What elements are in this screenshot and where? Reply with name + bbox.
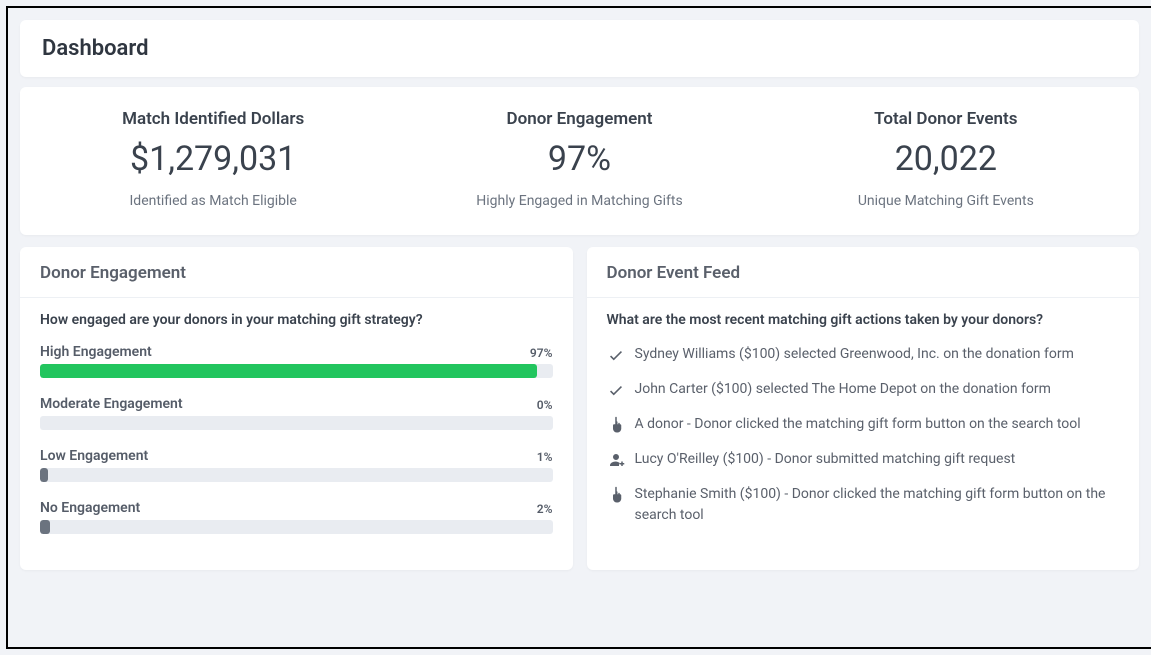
metric-sub: Highly Engaged in Matching Gifts	[396, 193, 762, 209]
feed-text: A donor - Donor clicked the matching gif…	[635, 414, 1120, 435]
metrics-panel: Match Identified Dollars $1,279,031 Iden…	[20, 87, 1139, 235]
card-body: What are the most recent matching gift a…	[587, 298, 1140, 558]
bar-track	[40, 520, 553, 534]
feed-item: A donor - Donor clicked the matching gif…	[607, 414, 1120, 435]
metric-sub: Identified as Match Eligible	[30, 193, 396, 209]
metric-title: Donor Engagement	[396, 109, 762, 129]
metric-total-events: Total Donor Events 20,022 Unique Matchin…	[763, 109, 1129, 209]
user-icon	[607, 451, 625, 469]
card-body: How engaged are your donors in your matc…	[20, 298, 573, 570]
bar-percent: 97%	[530, 346, 553, 360]
card-header: Donor Engagement	[20, 247, 573, 298]
feed-question: What are the most recent matching gift a…	[607, 312, 1120, 328]
feed-text: John Carter ($100) selected The Home Dep…	[635, 379, 1120, 400]
bar-track	[40, 364, 553, 378]
metric-donor-engagement: Donor Engagement 97% Highly Engaged in M…	[396, 109, 762, 209]
bar-label: Low Engagement	[40, 448, 148, 464]
bar-label: Moderate Engagement	[40, 396, 183, 412]
metric-sub: Unique Matching Gift Events	[763, 193, 1129, 209]
card-header: Donor Event Feed	[587, 247, 1140, 298]
metric-title: Total Donor Events	[763, 109, 1129, 129]
feed-text: Lucy O'Reilley ($100) - Donor submitted …	[635, 449, 1120, 470]
metric-match-dollars: Match Identified Dollars $1,279,031 Iden…	[30, 109, 396, 209]
bar-track	[40, 416, 553, 430]
metric-value: 20,022	[763, 139, 1129, 179]
bar-percent: 1%	[537, 450, 553, 464]
page-header: Dashboard	[20, 20, 1139, 77]
feed-text: Sydney Williams ($100) selected Greenwoo…	[635, 344, 1120, 365]
metric-title: Match Identified Dollars	[30, 109, 396, 129]
feed-item: Sydney Williams ($100) selected Greenwoo…	[607, 344, 1120, 365]
page-title: Dashboard	[42, 36, 1117, 61]
engagement-bars: High Engagement 97% Moderate Engagement 0% L…	[40, 344, 553, 534]
bar-fill	[40, 468, 48, 482]
bar-percent: 2%	[537, 502, 553, 516]
donor-event-feed-card: Donor Event Feed What are the most recen…	[587, 247, 1140, 570]
bar-percent: 0%	[537, 398, 553, 412]
bar-row: High Engagement 97%	[40, 344, 553, 378]
bar-fill	[40, 364, 537, 378]
bar-label: No Engagement	[40, 500, 140, 516]
bar-fill	[40, 520, 50, 534]
feed-text: Stephanie Smith ($100) - Donor clicked t…	[635, 484, 1120, 526]
bar-track	[40, 468, 553, 482]
bar-row: Moderate Engagement 0%	[40, 396, 553, 430]
donor-engagement-card: Donor Engagement How engaged are your do…	[20, 247, 573, 570]
card-title: Donor Engagement	[40, 263, 553, 283]
metric-value: $1,279,031	[30, 139, 396, 179]
bar-label: High Engagement	[40, 344, 152, 360]
feed-item: John Carter ($100) selected The Home Dep…	[607, 379, 1120, 400]
card-title: Donor Event Feed	[607, 263, 1120, 283]
check-icon	[607, 381, 625, 399]
bar-row: Low Engagement 1%	[40, 448, 553, 482]
bar-row: No Engagement 2%	[40, 500, 553, 534]
feed-item: Stephanie Smith ($100) - Donor clicked t…	[607, 484, 1120, 526]
pointer-icon	[607, 416, 625, 434]
engagement-question: How engaged are your donors in your matc…	[40, 312, 553, 328]
metric-value: 97%	[396, 139, 762, 179]
check-icon	[607, 346, 625, 364]
feed-item: Lucy O'Reilley ($100) - Donor submitted …	[607, 449, 1120, 470]
pointer-icon	[607, 486, 625, 504]
feed-list: Sydney Williams ($100) selected Greenwoo…	[607, 344, 1120, 526]
